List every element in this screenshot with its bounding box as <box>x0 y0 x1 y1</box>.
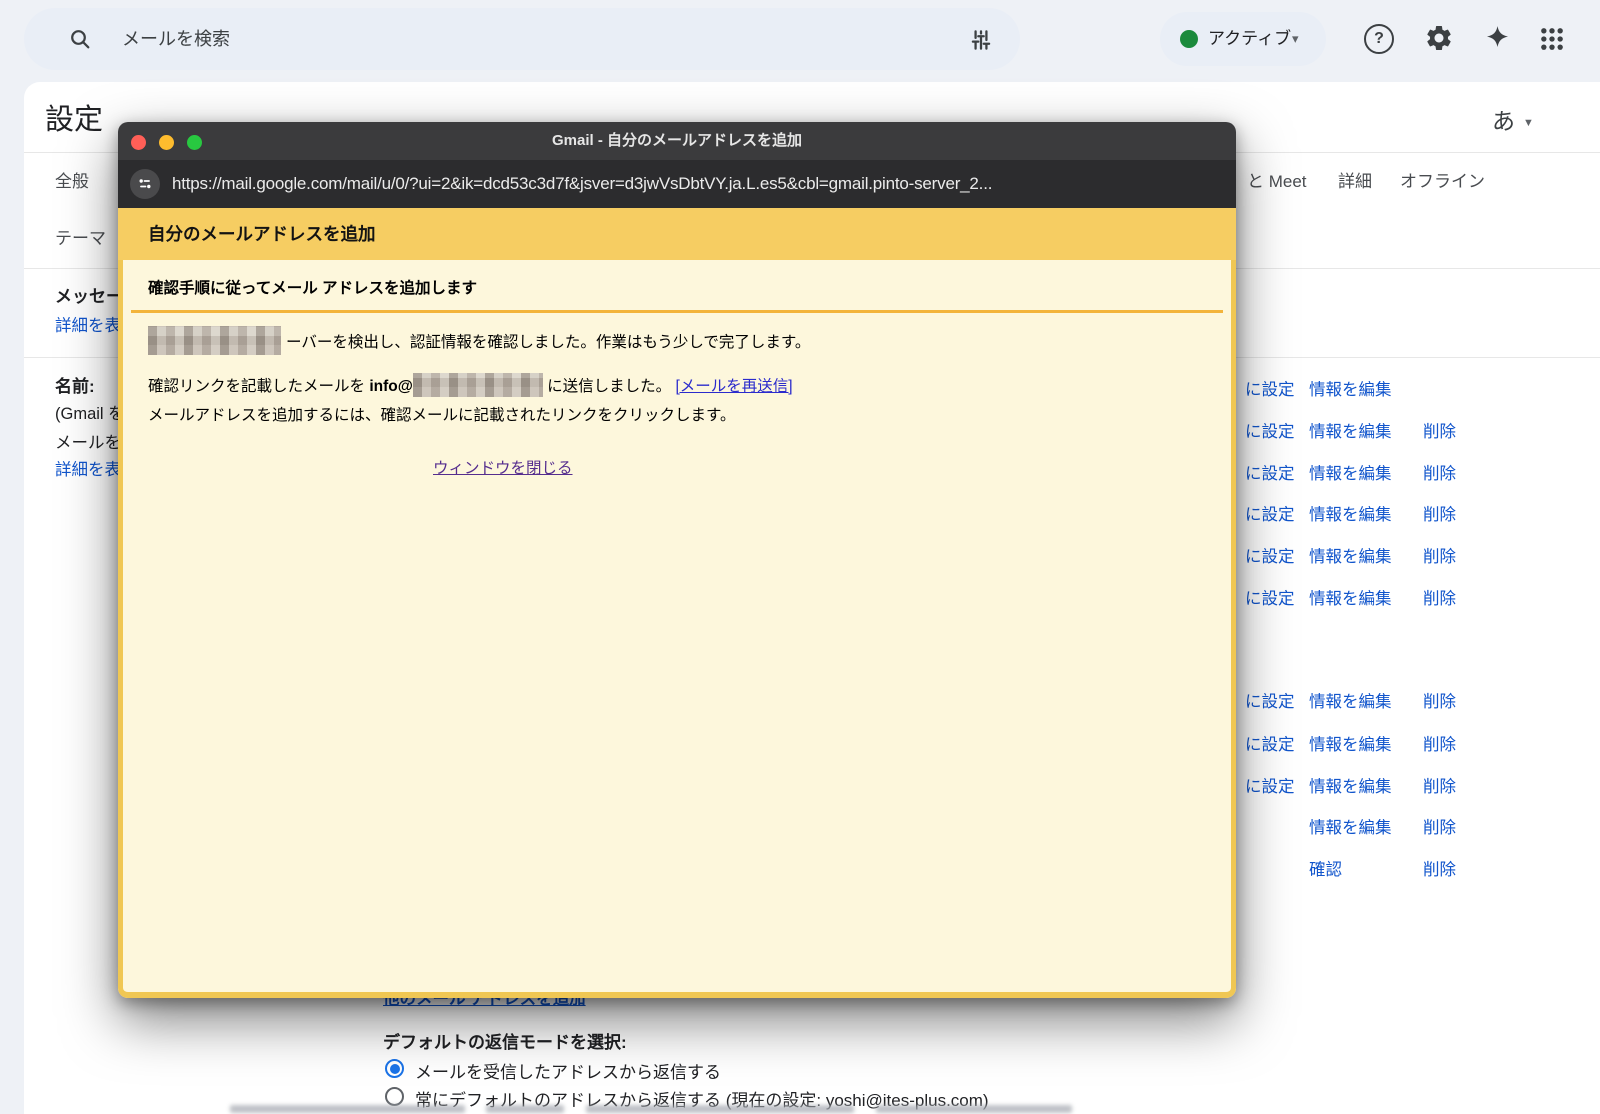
chevron-down-icon: ▼ <box>1523 117 1534 129</box>
gmail-settings-screen: メールを検索 アクティブ ▾ ? 設定 あ ▼ 全般 と Meet 詳細 オフラ… <box>0 0 1600 1114</box>
edit-info-link[interactable]: 情報を編集 <box>1309 376 1392 400</box>
set-as-link[interactable]: に設定 <box>1245 585 1295 609</box>
step-heading: 確認手順に従ってメール アドレスを追加します <box>148 280 478 297</box>
reply-mode-label: デフォルトの返信モードを選択: <box>383 1033 627 1052</box>
search-icon[interactable] <box>68 27 92 51</box>
orange-divider <box>131 310 1223 313</box>
popup-body: 確認手順に従ってメール アドレスを追加します ーバーを検出し、認証情報を確認しま… <box>118 260 1236 998</box>
gear-icon <box>1424 23 1454 53</box>
redacted-email-domain <box>412 373 543 397</box>
apps-grid-button[interactable] <box>1538 25 1568 55</box>
instruction-line: メールアドレスを追加するには、確認メールに記載されたリンクをクリックします。 <box>148 407 736 424</box>
edit-info-link[interactable]: 情報を編集 <box>1309 543 1392 567</box>
popup-header-title: 自分のメールアドレスを追加 <box>148 224 376 244</box>
popup-header: 自分のメールアドレスを追加 <box>118 208 1236 260</box>
popup-url-bar: https://mail.google.com/mail/u/0/?ui=2&i… <box>118 160 1236 208</box>
tab-chat-meet[interactable]: と Meet <box>1247 167 1307 192</box>
input-method-label: あ <box>1492 108 1515 134</box>
set-as-link[interactable]: に設定 <box>1245 460 1295 484</box>
url-text: https://mail.google.com/mail/u/0/?ui=2&i… <box>172 174 993 193</box>
close-window-link[interactable]: ウィンドウを閉じる <box>433 456 573 478</box>
site-settings-icon[interactable] <box>130 169 160 199</box>
search-bar[interactable]: メールを検索 <box>24 8 1020 70</box>
set-as-link[interactable]: に設定 <box>1245 376 1295 400</box>
tab-general[interactable]: 全般 <box>55 167 89 192</box>
redacted-server-name <box>148 326 281 355</box>
set-as-link[interactable]: に設定 <box>1245 773 1295 797</box>
input-method-selector[interactable]: あ ▼ <box>1492 102 1534 136</box>
confirmation-paragraph: 確認リンクを記載したメールを info@ に送信しました。 [メールを再送信] … <box>148 372 793 430</box>
edit-info-link[interactable]: 情報を編集 <box>1309 418 1392 442</box>
delete-link[interactable]: 削除 <box>1423 418 1456 442</box>
status-selector[interactable]: アクティブ ▾ <box>1160 12 1326 66</box>
popup-title-bar[interactable]: Gmail - 自分のメールアドレスを追加 <box>118 122 1236 160</box>
set-as-link[interactable]: に設定 <box>1245 731 1295 755</box>
email-local-part: info@ <box>369 378 413 395</box>
edit-info-link[interactable]: 情報を編集 <box>1309 731 1392 755</box>
search-filter-icon[interactable] <box>968 27 994 53</box>
detection-paragraph: ーバーを検出し、認証情報を確認しました。作業はもう少しで完了します。 <box>148 326 810 357</box>
set-as-link[interactable]: に設定 <box>1245 418 1295 442</box>
set-as-link[interactable]: に設定 <box>1245 501 1295 525</box>
tab-details[interactable]: 詳細 <box>1338 167 1372 192</box>
delete-link[interactable]: 削除 <box>1423 543 1456 567</box>
edit-info-link[interactable]: 情報を編集 <box>1309 688 1392 712</box>
sparkle-icon <box>1483 24 1513 53</box>
help-button[interactable]: ? <box>1364 24 1394 54</box>
edit-info-link[interactable]: 情報を編集 <box>1309 460 1392 484</box>
edit-info-link[interactable]: 情報を編集 <box>1309 814 1392 838</box>
tab-offline[interactable]: オフライン <box>1400 167 1485 192</box>
delete-link[interactable]: 削除 <box>1423 501 1456 525</box>
radio-selected-icon[interactable] <box>385 1059 404 1078</box>
delete-link[interactable]: 削除 <box>1423 856 1456 880</box>
radio-label: メールを受信したアドレスから返信する <box>415 1063 721 1082</box>
chevron-down-icon: ▾ <box>1292 31 1299 46</box>
delete-link[interactable]: 削除 <box>1423 688 1456 712</box>
page-title: 設定 <box>45 104 104 136</box>
name-section-label: 名前: <box>55 377 95 396</box>
help-icon: ? <box>1364 24 1394 54</box>
active-status-dot <box>1180 30 1198 48</box>
gmail-add-address-popup: Gmail - 自分のメールアドレスを追加 https://mail.googl… <box>118 122 1236 998</box>
delete-link[interactable]: 削除 <box>1423 460 1456 484</box>
resend-mail-link[interactable]: [メールを再送信] <box>675 378 792 395</box>
tab-theme[interactable]: テーマ <box>55 224 106 249</box>
edit-info-link[interactable]: 情報を編集 <box>1309 501 1392 525</box>
delete-link[interactable]: 削除 <box>1423 773 1456 797</box>
section-messages-label: メッセー <box>55 287 123 306</box>
set-as-link[interactable]: に設定 <box>1245 688 1295 712</box>
window-title: Gmail - 自分のメールアドレスを追加 <box>551 132 802 149</box>
verify-link[interactable]: 確認 <box>1309 856 1342 880</box>
settings-button[interactable] <box>1424 23 1454 53</box>
search-input[interactable]: メールを検索 <box>122 8 230 70</box>
set-as-link[interactable]: に設定 <box>1245 543 1295 567</box>
delete-link[interactable]: 削除 <box>1423 731 1456 755</box>
radio-unselected-icon[interactable] <box>385 1087 404 1106</box>
delete-link[interactable]: 削除 <box>1423 585 1456 609</box>
apps-grid-icon <box>1538 25 1568 53</box>
status-label: アクティブ <box>1208 29 1292 48</box>
delete-link[interactable]: 削除 <box>1423 814 1456 838</box>
edit-info-link[interactable]: 情報を編集 <box>1309 773 1392 797</box>
edit-info-link[interactable]: 情報を編集 <box>1309 585 1392 609</box>
gemini-button[interactable] <box>1483 24 1513 54</box>
